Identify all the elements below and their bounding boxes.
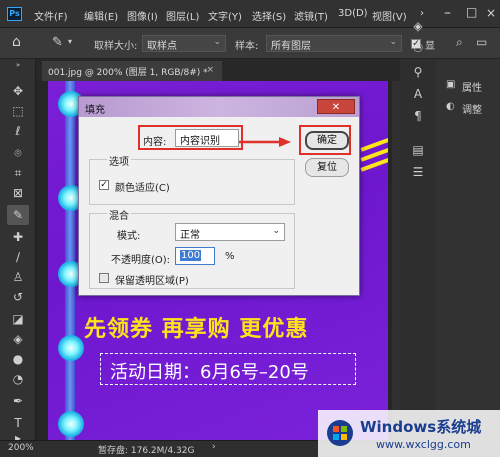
collapse-toolbar-icon[interactable]: »: [7, 61, 29, 69]
sample-label: 样本:: [235, 41, 259, 52]
healing-brush-tool-icon[interactable]: ✚: [7, 227, 29, 247]
show-ring-label: 显: [425, 41, 435, 52]
quick-select-tool-icon[interactable]: ⌾: [7, 143, 29, 163]
content-highlight-box: [138, 125, 243, 150]
preserve-transparency-checkbox[interactable]: [99, 273, 109, 283]
home-icon[interactable]: ⌂: [12, 34, 21, 50]
mode-dropdown[interactable]: 正常 ⌄: [175, 223, 285, 241]
sample-size-dropdown[interactable]: 取样点 ⌄: [142, 35, 226, 52]
photoshop-logo: Ps: [7, 7, 22, 21]
sample-size-value: 取样点: [147, 41, 177, 52]
color-adapt-label: 颜色适应(C): [115, 183, 170, 194]
marquee-tool-icon[interactable]: ⬚: [7, 101, 29, 121]
character-icon[interactable]: A: [410, 86, 426, 102]
preserve-transparency-label: 保留透明区域(P): [115, 276, 189, 287]
menu-select[interactable]: 选择(S): [252, 8, 286, 23]
eyedropper-preset-icon[interactable]: ✎: [52, 35, 63, 50]
light-bulb: [58, 411, 84, 437]
menu-3d[interactable]: 3D(D): [338, 8, 368, 19]
banner-headline: 先领券 再享购 更优惠: [84, 317, 309, 342]
adjustments-panel-tab[interactable]: 调整: [462, 101, 482, 116]
menu-image[interactable]: 图像(I): [127, 8, 158, 23]
paths-icon[interactable]: ⚲: [410, 64, 426, 80]
dialog-close-button[interactable]: ✕: [317, 99, 355, 114]
paint-bucket-tool-icon[interactable]: ◈: [7, 329, 29, 349]
dialog-titlebar[interactable]: 填充 ✕: [79, 97, 359, 117]
menu-edit[interactable]: 编辑(E): [84, 8, 118, 23]
opacity-input[interactable]: 100: [175, 247, 215, 265]
workspace-icon[interactable]: ▭: [476, 35, 487, 49]
status-menu-arrow-icon[interactable]: ›: [212, 442, 216, 452]
watermark-title: Windows系统城: [360, 418, 482, 436]
minimize-icon[interactable]: –: [444, 5, 451, 21]
chevron-down-icon: ⌄: [389, 37, 397, 47]
menu-view[interactable]: 视图(V): [372, 8, 407, 23]
tools-panel: » ✥ ⬚ ℓ ⌾ ⌗ ⊠ ✎ ✚ ∕ ♙ ↺ ◪ ◈ ● ◔ ✒ T ▸: [0, 59, 36, 445]
lasso-tool-icon[interactable]: ℓ: [7, 121, 29, 141]
type-tool-icon[interactable]: T: [7, 413, 29, 433]
properties-panel-icon[interactable]: ▣: [446, 79, 455, 90]
watermark-url: www.wxclgg.com: [376, 438, 471, 451]
blur-tool-icon[interactable]: ●: [7, 349, 29, 369]
dialog-title: 填充: [85, 105, 105, 116]
sample-value: 所有图层: [271, 41, 311, 52]
adjustments-panel-icon[interactable]: ◐: [446, 101, 455, 112]
reset-button[interactable]: 复位: [305, 158, 349, 177]
opacity-label: 不透明度(O):: [111, 255, 171, 266]
move-tool-icon[interactable]: ✥: [7, 81, 29, 101]
fill-dialog: 填充 ✕ 内容: 内容识别 选项 ✓ 颜色适应(C) 混合 模式: 正常 ⌄ 不透…: [78, 96, 360, 296]
brush-tool-icon[interactable]: ∕: [7, 247, 29, 267]
ok-highlight-box: [299, 125, 351, 155]
document-tab-title: 001.jpg @ 200% (图层 1, RGB/8#) *: [48, 68, 208, 78]
sample-size-label: 取样大小:: [94, 41, 138, 52]
channels-icon[interactable]: ⚇: [410, 40, 426, 56]
chevron-down-icon: ⌄: [213, 37, 221, 47]
properties-panel-tab[interactable]: 属性: [462, 79, 482, 94]
menu-type[interactable]: 文字(Y): [208, 8, 242, 23]
menu-layer[interactable]: 图层(L): [166, 8, 199, 23]
clone-stamp-tool-icon[interactable]: ♙: [7, 267, 29, 287]
document-tab[interactable]: 001.jpg @ 200% (图层 1, RGB/8#) * ×: [42, 61, 222, 81]
scratch-disk-info: 暂存盘: 176.2M/4.32G: [98, 446, 195, 456]
document-tab-bar: 001.jpg @ 200% (图层 1, RGB/8#) * ×: [36, 59, 400, 81]
paragraph-icon[interactable]: ¶: [410, 108, 426, 124]
menu-filter[interactable]: 滤镜(T): [294, 8, 328, 23]
dodge-tool-icon[interactable]: ◔: [7, 369, 29, 389]
opacity-value: 100: [180, 250, 202, 261]
mode-label: 模式:: [117, 231, 141, 242]
history-brush-tool-icon[interactable]: ↺: [7, 287, 29, 307]
frame-tool-icon[interactable]: ⊠: [7, 183, 29, 203]
menu-file[interactable]: 文件(F): [34, 8, 68, 23]
crop-tool-icon[interactable]: ⌗: [7, 163, 29, 183]
libraries-icon[interactable]: ▤: [410, 142, 426, 158]
site-watermark: Windows系统城 www.wxclgg.com: [318, 410, 500, 457]
chevron-down-icon: ⌄: [272, 226, 280, 236]
zoom-level[interactable]: 200%: [8, 443, 34, 453]
color-adapt-checkbox[interactable]: ✓: [99, 180, 109, 190]
mode-value: 正常: [180, 230, 200, 241]
vertical-scrollbar[interactable]: [392, 81, 400, 440]
blending-group-title: 混合: [107, 207, 131, 222]
close-tab-icon[interactable]: ×: [206, 65, 214, 75]
eraser-tool-icon[interactable]: ◪: [7, 309, 29, 329]
close-window-icon[interactable]: ×: [486, 6, 496, 20]
notes-icon[interactable]: ☰: [410, 164, 426, 180]
pen-tool-icon[interactable]: ✒: [7, 391, 29, 411]
red-arrow-icon: [239, 137, 291, 147]
banner-date-line: 活动日期：6月6号–20号: [110, 362, 309, 383]
maximize-icon[interactable]: □: [466, 5, 477, 19]
preset-chevron-down-icon[interactable]: ▾: [68, 37, 72, 46]
search-icon[interactable]: ⌕: [456, 35, 463, 50]
light-bulb: [58, 335, 84, 361]
options-group-title: 选项: [107, 153, 131, 168]
layers-panel-icon[interactable]: ◈: [410, 18, 426, 34]
windows-logo-icon: [327, 420, 353, 446]
sample-dropdown[interactable]: 所有图层 ⌄: [266, 35, 402, 52]
eyedropper-tool-icon[interactable]: ✎: [7, 205, 29, 225]
opacity-unit: %: [225, 251, 235, 262]
